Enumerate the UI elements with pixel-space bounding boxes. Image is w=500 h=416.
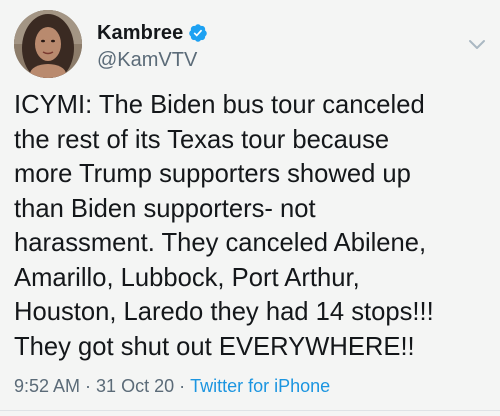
tweet-time[interactable]: 9:52 AM [14, 376, 80, 397]
meta-separator: · [85, 376, 92, 396]
tweet-text: ICYMI: The Biden bus tour canceled the r… [14, 91, 434, 361]
meta-separator: · [179, 376, 186, 396]
divider [0, 410, 500, 411]
avatar[interactable] [14, 10, 82, 78]
tweet-source-link[interactable]: Twitter for iPhone [190, 376, 330, 397]
user-handle[interactable]: @KamVTV [97, 49, 197, 72]
avatar-image [14, 10, 82, 78]
chevron-down-icon[interactable] [468, 38, 486, 50]
display-name[interactable]: Kambree [97, 22, 183, 45]
tweet-date[interactable]: 31 Oct 20 [96, 376, 174, 397]
verified-badge-icon [188, 23, 208, 43]
tweet-meta: 9:52 AM · 31 Oct 20 · Twitter for iPhone [14, 376, 330, 397]
author-row: Kambree [97, 20, 208, 46]
tweet-card: Kambree @KamVTV ICYMI: The Biden bus tou… [0, 0, 500, 416]
